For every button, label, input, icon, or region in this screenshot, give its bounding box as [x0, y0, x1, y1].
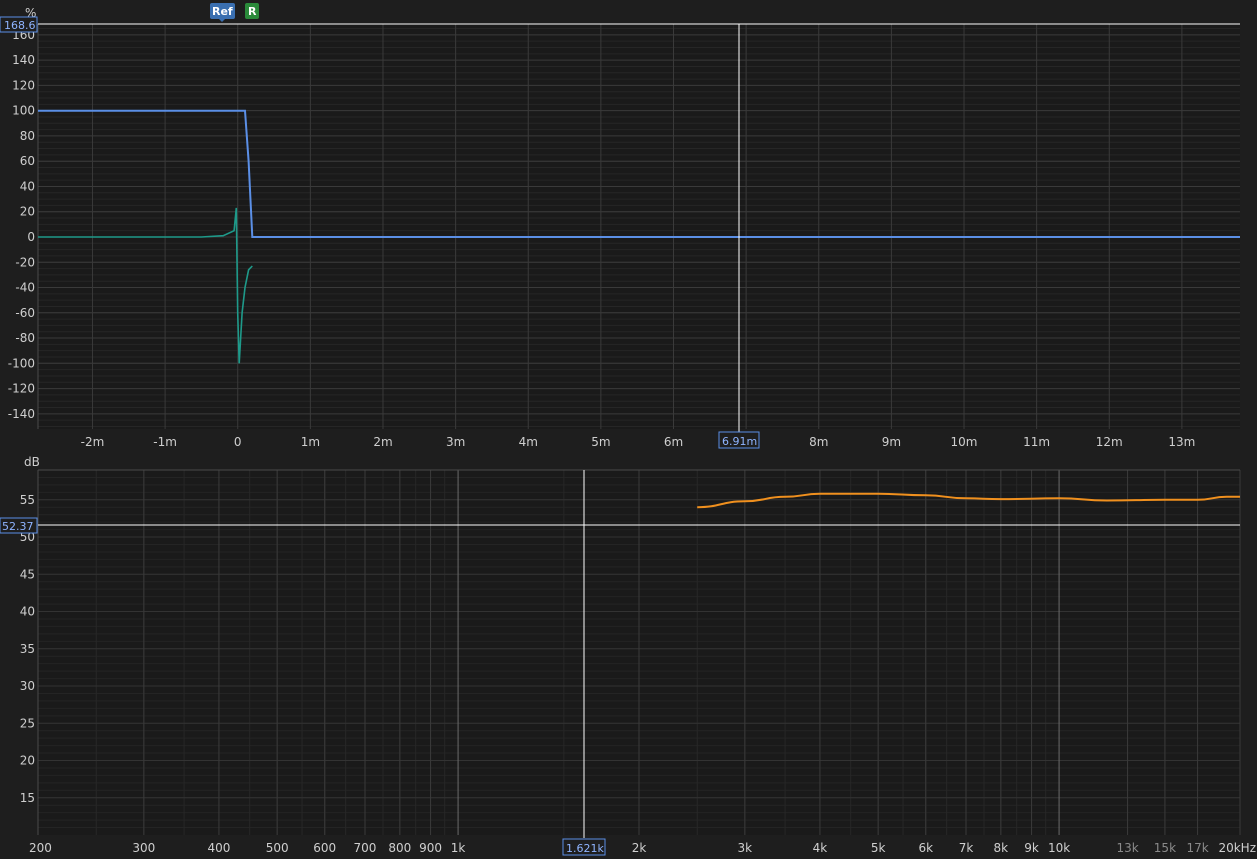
- bottom-x-tick-label: 5k: [871, 841, 886, 855]
- bottom-x-tick-label: 7k: [959, 841, 974, 855]
- bottom-x-tick-label: 300: [132, 841, 155, 855]
- bottom-x-tick-label: 700: [354, 841, 377, 855]
- bottom-x-tick-label: 400: [207, 841, 230, 855]
- r-marker-label: R: [248, 5, 257, 18]
- top-y-tick-label: -60: [15, 306, 35, 320]
- bottom-y-readout: 52.37: [2, 520, 34, 533]
- bottom-x-tick-label: 6k: [918, 841, 933, 855]
- top-y-tick-label: 140: [12, 53, 35, 67]
- bottom-x-tick-label: 20kHz: [1218, 841, 1256, 855]
- top-x-tick-label: 10m: [951, 435, 978, 449]
- top-x-tick-label: -1m: [153, 435, 177, 449]
- bottom-x-tick-label: 10k: [1048, 841, 1070, 855]
- bottom-x-tick-label: 200: [29, 841, 52, 855]
- top-graph-area[interactable]: [38, 24, 1240, 429]
- top-y-tick-label: 80: [20, 129, 35, 143]
- top-x-readout: 6.91m: [722, 435, 757, 448]
- top-y-tick-label: 100: [12, 104, 35, 118]
- top-x-tick-label: 11m: [1023, 435, 1050, 449]
- bottom-x-tick-label: 3k: [738, 841, 753, 855]
- top-x-tick-label: 1m: [301, 435, 320, 449]
- top-x-tick-label: 12m: [1096, 435, 1123, 449]
- bottom-y-tick-label: 15: [20, 791, 35, 805]
- top-y-tick-label: 0: [27, 230, 35, 244]
- bottom-x-tick-label: 13k: [1116, 841, 1138, 855]
- bottom-x-tick-label: 8k: [994, 841, 1009, 855]
- top-y-tick-label: -120: [8, 382, 35, 396]
- bottom-x-tick-label: 1k: [451, 841, 466, 855]
- bottom-y-tick-label: 35: [20, 642, 35, 656]
- bottom-x-tick-label: 9k: [1024, 841, 1039, 855]
- top-x-tick-label: -2m: [81, 435, 105, 449]
- top-y-tick-label: -100: [8, 356, 35, 370]
- top-y-tick-label: -40: [15, 281, 35, 295]
- top-x-tick-label: 8m: [809, 435, 828, 449]
- bottom-x-tick-label: 2k: [632, 841, 647, 855]
- top-x-tick-label: 5m: [591, 435, 610, 449]
- top-x-tick-label: 6m: [664, 435, 683, 449]
- bottom-x-tick-label: 900: [419, 841, 442, 855]
- bottom-y-unit: dB: [24, 455, 40, 469]
- top-y-tick-label: -80: [15, 331, 35, 345]
- bottom-x-tick-label: 4k: [813, 841, 828, 855]
- top-x-tick-label: 2m: [373, 435, 392, 449]
- ref-marker[interactable]: Ref: [210, 3, 235, 22]
- top-y-tick-label: 40: [20, 179, 35, 193]
- bottom-y-tick-label: 20: [20, 754, 35, 768]
- top-y-tick-label: 60: [20, 154, 35, 168]
- bottom-y-tick-label: 25: [20, 716, 35, 730]
- measurement-graphs[interactable]: 160140120100806040200-20-40-60-80-100-12…: [0, 0, 1257, 859]
- top-x-tick-label: 0: [234, 435, 242, 449]
- top-y-tick-label: -20: [15, 255, 35, 269]
- top-x-tick-label: 13m: [1168, 435, 1195, 449]
- bottom-x-tick-label: 17k: [1186, 841, 1208, 855]
- top-y-tick-label: 20: [20, 205, 35, 219]
- bottom-x-tick-label: 15k: [1154, 841, 1176, 855]
- top-x-tick-label: 3m: [446, 435, 465, 449]
- top-y-tick-label: -140: [8, 407, 35, 421]
- bottom-y-tick-label: 45: [20, 567, 35, 581]
- bottom-x-tick-label: 800: [388, 841, 411, 855]
- bottom-x-tick-label: 500: [266, 841, 289, 855]
- top-y-readout: 168.6: [4, 19, 36, 32]
- bottom-y-tick-label: 40: [20, 605, 35, 619]
- r-marker[interactable]: R: [245, 3, 259, 19]
- bottom-x-tick-label: 600: [313, 841, 336, 855]
- top-x-tick-label: 9m: [882, 435, 901, 449]
- top-x-tick-label: 4m: [519, 435, 538, 449]
- top-y-tick-label: 120: [12, 78, 35, 92]
- ref-marker-label: Ref: [212, 5, 233, 18]
- bottom-y-tick-label: 30: [20, 679, 35, 693]
- bottom-y-tick-label: 55: [20, 493, 35, 507]
- bottom-x-readout: 1.621k: [566, 842, 604, 855]
